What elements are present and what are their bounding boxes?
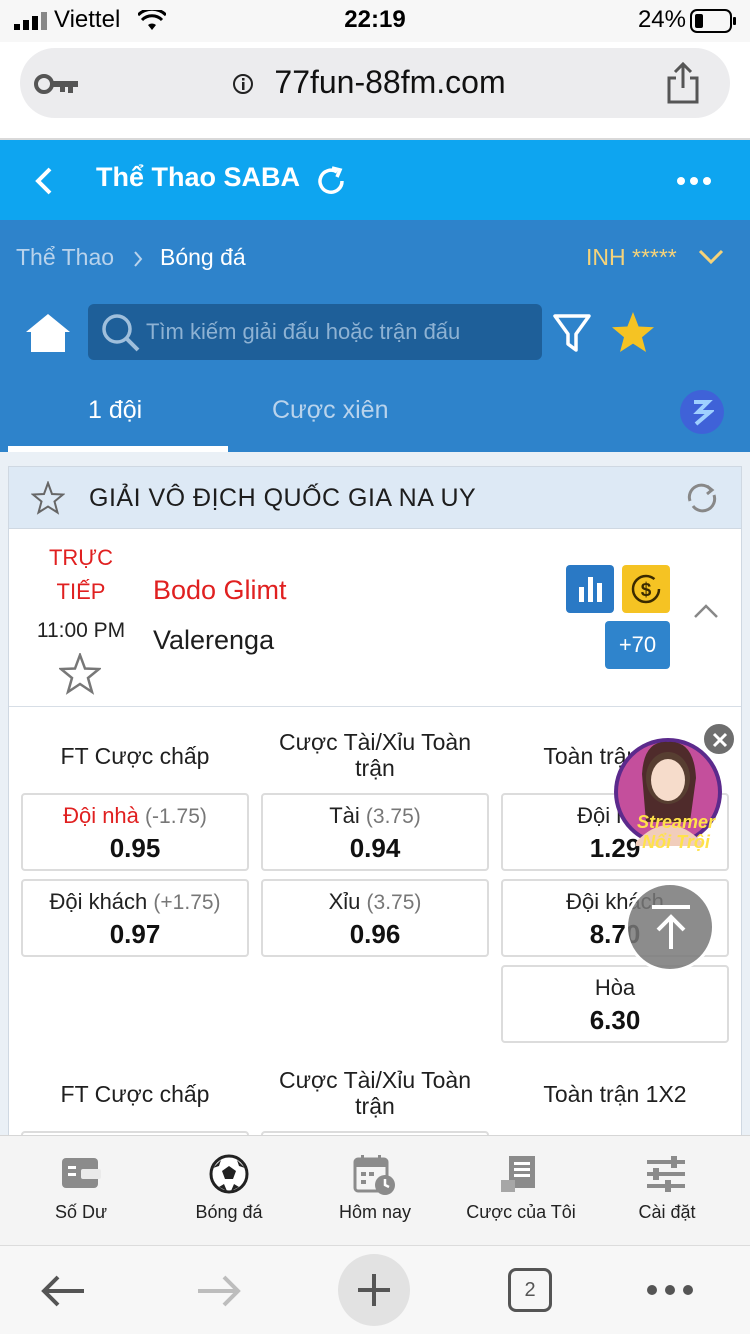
address-bar[interactable]: 77fun-88fm.com (20, 48, 730, 118)
odds-label: Đội khách (+1.75) (49, 889, 221, 914)
away-team: Valerenga (153, 625, 275, 655)
collapse-chevron-icon[interactable] (693, 603, 719, 619)
odds-label: Đội nhà (-1.75) (63, 803, 207, 828)
account-name[interactable]: INH ***** (586, 244, 677, 271)
match-row[interactable]: TRỰC TIẾP 11:00 PM Bodo Glimt Valerenga … (9, 529, 741, 707)
streamer-ad-text: Streamer Nổi Trội (636, 812, 716, 852)
plus-icon (358, 1274, 390, 1306)
1x2-header-2: Toàn trận 1X2 (543, 1081, 687, 1107)
over-under-header-line2: trận (355, 755, 395, 781)
refresh-icon[interactable] (314, 164, 348, 198)
sliders-icon (647, 1156, 685, 1192)
saba-logo-icon[interactable] (680, 390, 724, 434)
streamer-ad[interactable]: Streamer Nổi Trội (606, 722, 736, 872)
app-header: Thể Thao SABA (0, 140, 750, 220)
nav-my-bets[interactable]: Cược của Tôi (446, 1136, 596, 1246)
tab-count-button[interactable]: 2 (508, 1268, 552, 1312)
cash-out-button[interactable]: $ (622, 565, 670, 613)
odds-label: Xỉu (3.75) (328, 889, 422, 914)
status-bar: Viettel 22:19 24% (0, 0, 750, 42)
over-under-header-2-line1: Cược Tài/Xỉu Toàn (279, 1067, 471, 1093)
battery-percent: 24% (637, 6, 686, 33)
search-icon (102, 314, 140, 352)
forward-arrow-icon[interactable] (196, 1274, 242, 1308)
odds-value: 0.94 (349, 833, 401, 863)
live-label: TRỰC (48, 545, 113, 570)
handicap-header: FT Cược chấp (60, 743, 210, 769)
bar-chart-icon (579, 577, 602, 602)
odds-value: 0.96 (349, 919, 401, 949)
back-chevron-icon[interactable] (32, 166, 54, 196)
odds-value: 0.95 (109, 833, 161, 863)
breadcrumb-sports[interactable]: Thể Thao (16, 244, 114, 271)
nav-today[interactable]: Hôm nay (300, 1136, 450, 1246)
app-title: Thể Thao SABA (96, 162, 301, 192)
bet-slip-icon (501, 1156, 535, 1192)
over-under-header-2: Cược Tài/Xỉu Toàn trận (261, 1067, 489, 1119)
match-time: 11:00 PM (36, 619, 126, 642)
wallet-icon (62, 1158, 101, 1188)
search-box[interactable] (88, 304, 542, 360)
odds-label: Tài (3.75) (329, 803, 421, 828)
share-icon[interactable] (666, 62, 700, 104)
nav-soccer[interactable]: Bóng đá (154, 1136, 304, 1246)
over-under-header: Cược Tài/Xỉu Toàn trận (261, 729, 489, 781)
filter-icon[interactable] (552, 312, 592, 354)
odds-handicap-away[interactable]: Đội khách (+1.75) 0.97 (21, 879, 249, 957)
odds-over[interactable]: Tài (3.75) 0.94 (261, 793, 489, 871)
home-team: Bodo Glimt (153, 575, 287, 605)
close-icon (712, 732, 728, 748)
league-refresh-icon[interactable] (685, 481, 719, 515)
battery-icon (690, 9, 736, 33)
live-label-2: TIẾP (56, 579, 106, 604)
odds-value: 6.30 (589, 1005, 641, 1035)
odds-handicap-home[interactable]: Đội nhà (-1.75) 0.95 (21, 793, 249, 871)
tab-parlay[interactable]: Cược xiên (272, 396, 389, 425)
url-text[interactable]: 77fun-88fm.com (20, 64, 730, 101)
more-options-icon[interactable] (676, 176, 712, 186)
odds-label: Hòa (594, 975, 636, 1000)
close-ad-button[interactable] (702, 722, 736, 756)
browser-more-icon[interactable] (646, 1284, 694, 1296)
cash-out-icon: $ (631, 574, 661, 604)
more-bets-button[interactable]: +70 (605, 621, 670, 669)
league-header[interactable]: GIẢI VÔ ĐỊCH QUỐC GIA NA UY (9, 467, 741, 529)
nav-settings[interactable]: Cài đặt (592, 1136, 742, 1246)
bottom-nav: Số Dư Bóng đá Hôm nay Cược của Tôi Cài đ… (0, 1135, 750, 1245)
chevron-down-icon[interactable] (698, 248, 724, 266)
over-under-header-line1: Cược Tài/Xỉu Toàn (279, 729, 471, 755)
home-icon[interactable] (24, 312, 72, 354)
scroll-to-top-button[interactable] (625, 882, 715, 972)
odds-1x2-draw[interactable]: Hòa 6.30 (501, 965, 729, 1043)
sport-nav-header: Thể Thao Bóng đá INH ***** 1 đội Cược xi… (0, 220, 750, 452)
odds-under[interactable]: Xỉu (3.75) 0.96 (261, 879, 489, 957)
league-name: GIẢI VÔ ĐỊCH QUỐC GIA NA UY (89, 484, 477, 512)
new-tab-button[interactable] (338, 1254, 410, 1326)
odds-value: 0.97 (109, 919, 161, 949)
tab-single[interactable]: 1 đội (88, 396, 142, 425)
arrow-up-icon (652, 905, 690, 949)
back-arrow-icon[interactable] (40, 1274, 86, 1308)
statistics-button[interactable] (566, 565, 614, 613)
favorites-star-icon[interactable] (610, 310, 656, 354)
match-favorite-star-icon[interactable] (59, 653, 101, 695)
league-star-icon[interactable] (31, 481, 65, 515)
soccer-ball-icon (209, 1154, 249, 1194)
search-input[interactable] (146, 304, 526, 360)
browser-toolbar: 2 (0, 1245, 750, 1334)
svg-text:$: $ (641, 580, 652, 601)
nav-balance[interactable]: Số Dư (6, 1136, 156, 1246)
handicap-header-2: FT Cược chấp (60, 1081, 210, 1107)
breadcrumb-soccer: Bóng đá (160, 244, 246, 270)
calendar-clock-icon (353, 1155, 395, 1195)
over-under-header-2-line2: trận (355, 1093, 395, 1119)
breadcrumb-chevron-icon (134, 251, 143, 267)
